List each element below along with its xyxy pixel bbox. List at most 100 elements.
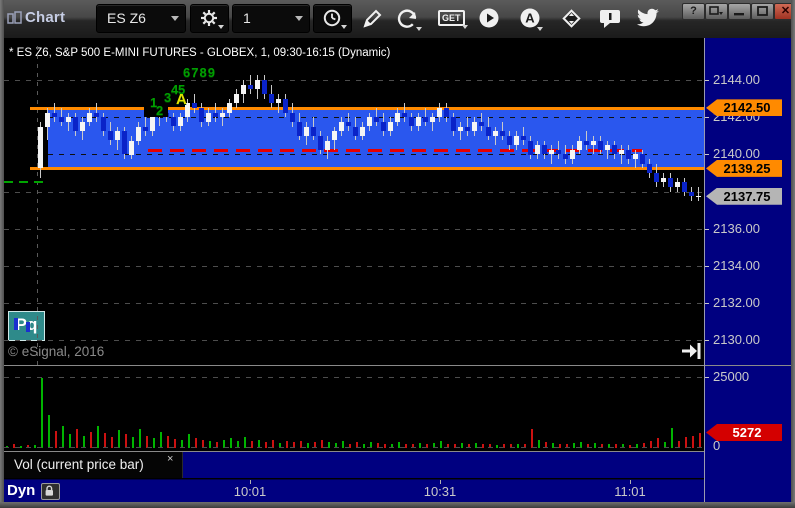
candle-body [451,117,456,132]
session-open-gridline [37,46,38,365]
volume-bar [76,429,78,448]
symbol-settings-button[interactable] [190,4,229,33]
green-dashed-line [4,181,47,184]
candle-body [346,121,351,127]
red-dashed-line [148,148,642,152]
volume-axis-tick [705,377,709,378]
candle-body [402,112,407,118]
candle-body [227,103,232,113]
reload-chart-button[interactable] [396,7,422,31]
candle-body [682,182,687,192]
candle-body [409,117,414,127]
candle-body [360,126,365,136]
chart-header: * ES Z6, S&P 500 E-MINI FUTURES - GLOBEX… [9,47,391,59]
candle-body [325,140,330,150]
price-axis-label: 2132.00 [713,295,760,311]
chevron-down-icon [462,25,468,29]
volume-gridline [4,377,704,378]
chat-button[interactable] [598,7,622,31]
candle-wick [432,112,433,132]
volume-axis-label: 25000 [713,369,750,384]
interval-dropdown[interactable]: 1 [232,4,310,33]
candle-body [661,177,666,183]
candle-body [73,117,78,132]
volume-study-tab[interactable]: Vol (current price bar) × [4,452,183,478]
price-axis-label: 2130.00 [713,332,760,348]
candle-body [612,145,617,155]
minimize-button[interactable] [728,3,751,20]
candle-body [591,140,596,146]
replay-button[interactable] [478,7,502,31]
candle-body [507,135,512,146]
help-button[interactable]: ? [682,3,705,20]
volume-bar [531,428,533,448]
time-axis[interactable]: Dyn 10:01 10:31 11:01 [4,479,704,503]
maximize-button[interactable] [751,3,774,20]
candle-body [640,154,645,164]
candle-body [115,131,120,141]
candle-body [472,121,477,132]
candle-body [556,149,561,155]
h-gridline [48,154,704,156]
chevron-down-icon [416,27,422,31]
candle-body [171,117,176,127]
volume-bar [55,431,57,448]
candle-body [668,177,673,187]
volume-bar [699,433,701,448]
clock-icon [323,9,341,27]
candle-body [339,121,344,132]
close-study-icon[interactable]: × [167,453,173,465]
candle-body [654,173,659,183]
minimize-icon [734,13,744,16]
lock-icon [45,485,53,496]
dynamic-mode-label[interactable]: Dyn [7,482,35,499]
chevron-down-icon [295,16,303,21]
volume-bar [69,433,71,448]
gear-icon [201,10,217,26]
share-button[interactable] [635,7,659,31]
candle-body [87,112,92,122]
h-gridline [4,80,704,81]
go-to-latest-bar-icon[interactable] [680,340,702,362]
time-template-button[interactable] [313,4,352,33]
volume-badge: 5272 [706,424,782,441]
twitter-icon [636,8,659,27]
draw-tool-button[interactable] [360,7,384,31]
candle-body [241,84,246,94]
order-ticket-button[interactable] [560,7,584,31]
get-data-button[interactable]: GET [438,7,470,31]
symbol-dropdown[interactable]: ES Z6 [96,4,186,33]
candle-wick [635,149,636,169]
candle-wick [607,140,608,160]
esignal-watermark: © eSignal, 2016 [8,344,105,359]
candle-body [269,94,274,104]
candle-body [290,112,295,122]
window-frame [791,0,795,508]
price-axis-tick [705,228,709,230]
candle-body [549,149,554,155]
candle-body [199,107,204,122]
candle-body [493,131,498,136]
wave-count-annotation: 2 [156,103,164,118]
lock-button[interactable] [41,483,60,500]
candle-body [101,117,106,132]
volume-pane[interactable] [4,366,704,451]
candle-body [220,112,225,118]
price-chart-pane[interactable]: * ES Z6, S&P 500 E-MINI FUTURES - GLOBEX… [4,38,704,365]
restore-panel-button[interactable] [705,3,728,20]
candle-body [696,196,701,198]
candle-body [213,112,218,118]
window-restore-icon [709,6,723,15]
interval-value: 1 [243,10,251,26]
price-axis[interactable]: 2144.00 2142.00 2140.00 2136.00 2134.00 2132.… [705,38,791,502]
volume-bar [118,429,120,448]
chevron-down-icon [218,25,224,29]
pane-divider[interactable] [4,365,795,366]
resistance-line [30,106,704,110]
volume-bar [90,432,92,448]
volume-bar [97,425,99,448]
chevron-down-icon [341,25,347,29]
auto-trade-button[interactable]: A [519,7,543,31]
candle-body [521,135,526,141]
volume-bar [41,378,43,448]
